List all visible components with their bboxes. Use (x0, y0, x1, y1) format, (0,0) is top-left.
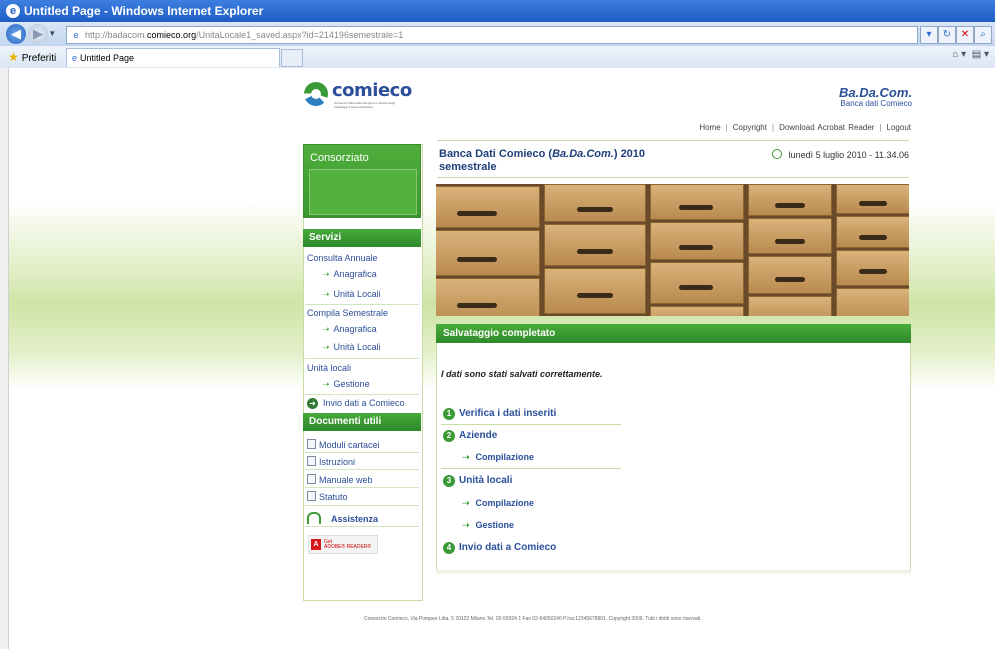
menu-consulta-anagrafica[interactable]: ➝ Anagrafica (322, 269, 432, 280)
consorziato-box: Consorziato (303, 144, 421, 218)
document-icon (307, 474, 316, 484)
document-icon (307, 491, 316, 501)
clock-icon (771, 149, 782, 159)
step-aziende-compilazione[interactable]: ➝ Compilazione (462, 452, 534, 463)
page-icon: e (72, 53, 78, 63)
menu-consulta-annuale[interactable]: Consulta Annuale (307, 253, 417, 263)
forward-button[interactable]: ▶ (28, 24, 48, 44)
documenti-header: Documenti utili (303, 413, 421, 431)
step-unita-gestione[interactable]: ➝ Gestione (462, 520, 514, 531)
consorziato-info (309, 169, 417, 215)
date-stamp: lunedì 5 luglio 2010 - 11.34.06 (771, 149, 909, 160)
compatibility-icon[interactable]: ▾ (920, 26, 938, 44)
menu-divider (305, 452, 419, 453)
headset-icon (307, 512, 321, 524)
pdf-icon: A (311, 539, 321, 550)
nav-home[interactable]: Home (699, 123, 720, 132)
window-titlebar: e Untitled Page - Windows Internet Explor… (0, 0, 995, 22)
ie-icon: e (6, 4, 20, 18)
step-verifica[interactable]: 1 Verifica i dati inseriti (443, 408, 556, 420)
menu-invio-dati[interactable]: ➜ Invio dati a Comieco (307, 398, 405, 409)
send-icon: ➜ (307, 398, 318, 409)
menu-divider (305, 394, 419, 395)
back-button[interactable]: ◀ (6, 24, 26, 44)
step-number-icon: 4 (443, 542, 455, 554)
address-bar: ◀ ▶ ▾ e http://badacom.comieco.org/UnitaL… (0, 22, 995, 46)
badacom-brand: Ba.Da.Com. Banca dati Comieco (839, 85, 912, 108)
step-invio[interactable]: 4 Invio dati a Comieco (443, 542, 556, 554)
url-field[interactable]: e http://badacom.comieco.org/UnitaLocale1… (66, 26, 918, 44)
banner-image (436, 184, 909, 316)
menu-compila-unita-locali[interactable]: ➝ Unità Locali (322, 342, 432, 353)
menu-compila-semestrale[interactable]: Compila Semestrale (307, 308, 417, 318)
window-left-edge (0, 68, 9, 649)
star-icon: ★ (8, 50, 19, 64)
recycle-logo-icon (304, 82, 328, 106)
menu-consulta-unita-locali[interactable]: ➝ Unità Locali (322, 289, 432, 300)
adobe-reader-badge[interactable]: A Get ADOBE® READER® (308, 535, 378, 554)
page-icon: e (73, 30, 79, 40)
menu-divider (305, 505, 419, 506)
browser-tab[interactable]: e Untitled Page (66, 48, 280, 67)
recent-pages-chevron-icon[interactable]: ▾ (50, 28, 55, 39)
title-divider (437, 177, 909, 178)
refresh-icon[interactable]: ↻ (938, 26, 956, 44)
nav-download-acrobat[interactable]: Download Acrobat Reader (779, 123, 874, 132)
header-divider (437, 140, 909, 141)
site-footer: Consorzio Comieco, Via Pompeo Litta, 5 2… (364, 616, 702, 622)
window-title: Untitled Page - Windows Internet Explore… (24, 4, 264, 18)
toolbar-tools[interactable]: ⌂ ▾ ▤ ▾ (952, 49, 989, 60)
menu-compila-anagrafica[interactable]: ➝ Anagrafica (322, 324, 432, 335)
top-nav: Home | Copyright | Download Acrobat Reader | L… (699, 123, 911, 132)
success-message: I dati sono stati salvati correttamente. (441, 369, 603, 379)
nav-copyright[interactable]: Copyright (733, 123, 767, 132)
panel-title: Salvataggio completato (436, 324, 911, 343)
favorites-button[interactable]: ★ Preferiti (8, 49, 56, 67)
menu-gestione[interactable]: ➝ Gestione (322, 379, 432, 390)
step-unita-compilazione[interactable]: ➝ Compilazione (462, 498, 534, 509)
panel-footer (436, 570, 911, 576)
menu-divider (305, 358, 419, 359)
stop-icon[interactable]: ✕ (956, 26, 974, 44)
menu-divider (305, 526, 419, 527)
search-icon[interactable]: ⌕ (974, 26, 992, 44)
page-title: Banca Dati Comieco (Ba.Da.Com.) 2010 seme… (439, 148, 646, 173)
doc-manuale-web[interactable]: Manuale web (307, 474, 373, 485)
new-tab-button[interactable] (281, 49, 303, 67)
menu-unita-locali[interactable]: Unità locali (307, 363, 417, 373)
nav-logout[interactable]: Logout (887, 123, 911, 132)
servizi-header: Servizi (303, 229, 421, 247)
doc-istruzioni[interactable]: Istruzioni (307, 456, 355, 467)
result-panel (436, 324, 911, 572)
step-number-icon: 1 (443, 408, 455, 420)
step-divider (441, 424, 621, 425)
menu-divider (305, 469, 419, 470)
doc-statuto[interactable]: Statuto (307, 491, 348, 502)
step-unita-locali[interactable]: 3 Unità locali (443, 475, 512, 487)
menu-divider (305, 487, 419, 488)
document-icon (307, 456, 316, 466)
document-icon (307, 439, 316, 449)
menu-divider (305, 304, 419, 305)
step-number-icon: 3 (443, 475, 455, 487)
doc-moduli-cartacei[interactable]: Moduli cartacei (307, 439, 380, 450)
favorites-bar: ★ Preferiti e Untitled Page ⌂ ▾ ▤ ▾ (0, 46, 995, 69)
assistenza-link[interactable]: Assistenza (307, 512, 378, 524)
step-aziende[interactable]: 2 Aziende (443, 430, 497, 442)
step-divider (441, 468, 621, 469)
step-number-icon: 2 (443, 430, 455, 442)
